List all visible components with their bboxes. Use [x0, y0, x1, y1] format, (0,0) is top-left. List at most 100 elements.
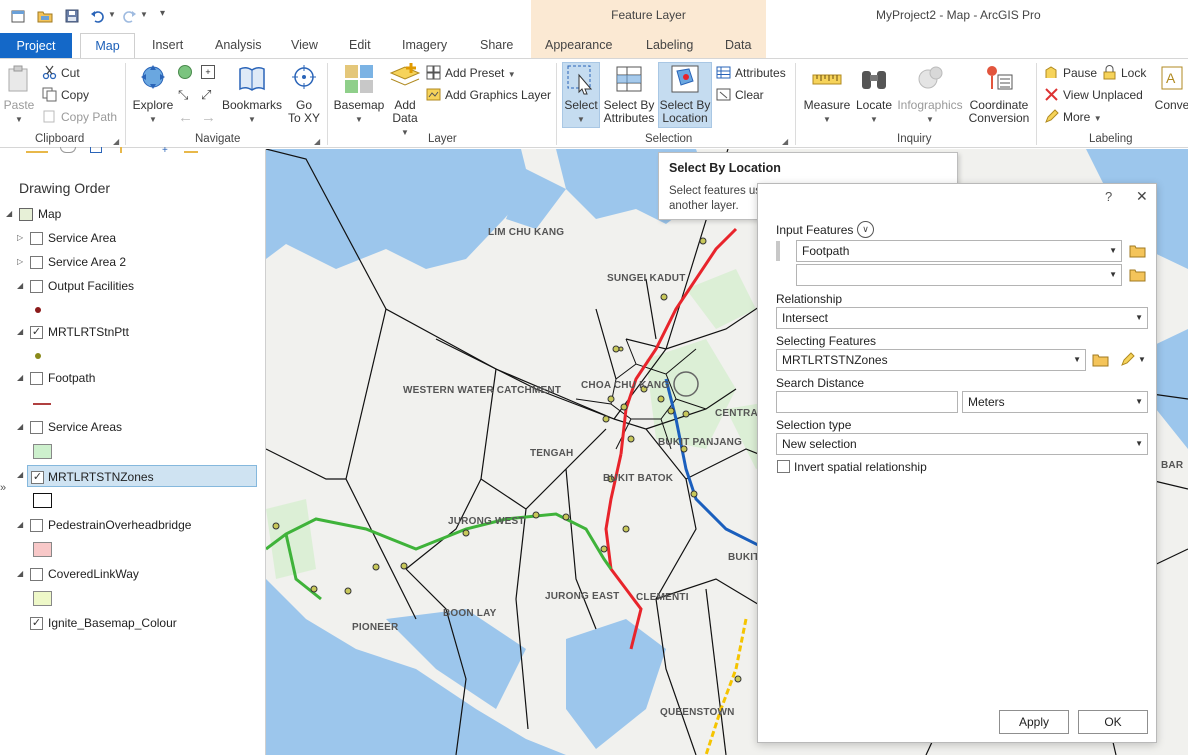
- tab-labeling[interactable]: Labeling: [646, 38, 693, 52]
- visibility-checkbox[interactable]: ✓: [31, 471, 44, 484]
- chevron-down-icon[interactable]: ▼: [1135, 434, 1143, 454]
- chevron-down-icon[interactable]: ▼: [1138, 355, 1146, 364]
- toc-layer[interactable]: ◢ Output Facilities: [0, 275, 262, 297]
- browse-folder-icon[interactable]: [1092, 353, 1109, 367]
- close-icon[interactable]: ✕: [1136, 188, 1148, 205]
- browse-folder-icon[interactable]: [1129, 268, 1146, 282]
- tab-share[interactable]: Share: [480, 38, 513, 52]
- pencil-icon[interactable]: [1120, 352, 1135, 367]
- list-by-snapping-icon[interactable]: +: [162, 145, 168, 156]
- tab-edit[interactable]: Edit: [349, 38, 371, 52]
- tab-project[interactable]: Project: [0, 33, 72, 59]
- explore-button[interactable]: Explore ▼: [131, 63, 175, 126]
- add-preset-button[interactable]: Add Preset ▼: [426, 64, 516, 82]
- locate-button[interactable]: Locate ▼: [853, 63, 895, 126]
- add-data-button[interactable]: Add Data ▼: [389, 63, 421, 139]
- visibility-checkbox[interactable]: [30, 372, 43, 385]
- toc-layer[interactable]: ◢ Service Areas: [0, 416, 262, 438]
- expand-icon[interactable]: ◢: [6, 203, 12, 225]
- list-by-selection-icon[interactable]: [90, 147, 102, 153]
- selecting-features-field[interactable]: MRTLRTSTNZones ▼: [776, 349, 1086, 371]
- chevron-down-icon[interactable]: ▼: [1135, 308, 1143, 328]
- point-symbol[interactable]: [35, 353, 41, 359]
- coordinate-conversion-button[interactable]: Coordinate Conversion: [967, 63, 1031, 125]
- tab-analysis[interactable]: Analysis: [215, 38, 262, 52]
- clear-selection-button[interactable]: Clear: [716, 86, 764, 104]
- point-symbol[interactable]: [35, 307, 41, 313]
- navigate-launcher-icon[interactable]: ◢: [314, 137, 320, 146]
- toc-layer[interactable]: ▷ Service Area: [0, 227, 262, 249]
- chevron-down-icon[interactable]: ▼: [1109, 265, 1117, 285]
- undo-dropdown-icon[interactable]: ▼: [108, 10, 116, 19]
- customize-icon[interactable]: ▾: [160, 8, 165, 19]
- browse-folder-icon[interactable]: [1129, 244, 1146, 258]
- toc-layer[interactable]: ◢ ✓ MRTLRTStnPtt: [0, 321, 262, 343]
- tab-view[interactable]: View: [291, 38, 318, 52]
- measure-button[interactable]: Measure ▼: [802, 63, 852, 126]
- basemap-button[interactable]: Basemap ▼: [333, 63, 385, 126]
- toc-layer-selected[interactable]: ✓ MRTLRTSTNZones: [27, 465, 257, 487]
- open-project-icon[interactable]: [37, 8, 53, 24]
- redo-dropdown-icon[interactable]: ▼: [140, 10, 148, 19]
- toc-map[interactable]: ◢ Map: [0, 203, 262, 225]
- invert-relationship-checkbox[interactable]: [777, 460, 790, 473]
- polygon-symbol[interactable]: [33, 444, 52, 459]
- distance-unit-dropdown[interactable]: Meters ▼: [962, 391, 1148, 413]
- convert-labels-button[interactable]: A Conve: [1152, 63, 1188, 112]
- paste-button[interactable]: Paste ▼: [2, 63, 36, 126]
- collapse-icon[interactable]: ◢: [17, 470, 23, 479]
- clipboard-launcher-icon[interactable]: ◢: [113, 137, 119, 146]
- previous-extent-icon[interactable]: ←: [178, 109, 193, 126]
- help-icon[interactable]: ?: [1105, 189, 1112, 204]
- toc-layer[interactable]: ✓ Ignite_Basemap_Colour: [0, 612, 262, 634]
- collapse-icon[interactable]: ◢: [17, 514, 23, 536]
- polygon-symbol[interactable]: [33, 591, 52, 606]
- visibility-checkbox[interactable]: ✓: [30, 617, 43, 630]
- visibility-checkbox[interactable]: [30, 568, 43, 581]
- attributes-button[interactable]: Attributes: [716, 64, 786, 82]
- new-project-icon[interactable]: [10, 8, 26, 24]
- collapse-icon[interactable]: ◢: [17, 367, 23, 389]
- visibility-checkbox[interactable]: [30, 519, 43, 532]
- toc-layer[interactable]: ◢ PedestrainOverheadbridge: [0, 514, 262, 536]
- apply-button[interactable]: Apply: [999, 710, 1069, 734]
- collapse-icon[interactable]: ◢: [17, 321, 23, 343]
- add-graphics-layer-button[interactable]: Add Graphics Layer: [426, 86, 551, 104]
- input-features-field-2[interactable]: ▼: [796, 264, 1122, 286]
- visibility-checkbox[interactable]: [30, 232, 43, 245]
- save-project-icon[interactable]: [64, 8, 80, 24]
- list-by-editing-icon[interactable]: [120, 147, 128, 153]
- pause-labeling-button[interactable]: Pause: [1044, 64, 1097, 82]
- lock-labels-button[interactable]: Lock: [1102, 64, 1146, 82]
- visibility-checkbox[interactable]: [30, 421, 43, 434]
- toc-layer[interactable]: ◢ Footpath: [0, 367, 262, 389]
- zoom-in-arrows-icon[interactable]: ⤡: [178, 87, 188, 103]
- ok-button[interactable]: OK: [1078, 710, 1148, 734]
- chevron-down-icon[interactable]: ▼: [1135, 392, 1143, 412]
- chevron-down-icon[interactable]: ▼: [1109, 241, 1117, 261]
- expand-icon[interactable]: ▷: [17, 251, 23, 273]
- expand-icon[interactable]: ▷: [17, 227, 23, 249]
- redo-icon[interactable]: [121, 8, 137, 24]
- collapse-icon[interactable]: ◢: [17, 275, 23, 297]
- selection-launcher-icon[interactable]: ◢: [782, 137, 788, 146]
- visibility-checkbox[interactable]: [30, 280, 43, 293]
- list-by-labeling-icon[interactable]: [184, 147, 198, 153]
- list-by-data-source-icon[interactable]: [60, 147, 76, 153]
- pane-collapse-icon[interactable]: »: [0, 482, 6, 494]
- tab-map[interactable]: Map: [80, 33, 135, 60]
- select-by-location-button[interactable]: Select By Location: [658, 62, 712, 128]
- tab-data[interactable]: Data: [725, 38, 751, 52]
- line-symbol[interactable]: [33, 403, 51, 405]
- full-extent-icon[interactable]: [178, 65, 192, 79]
- undo-icon[interactable]: [90, 8, 106, 24]
- tab-insert[interactable]: Insert: [152, 38, 183, 52]
- visibility-checkbox[interactable]: ✓: [30, 326, 43, 339]
- select-by-attributes-button[interactable]: Select By Attributes: [602, 63, 656, 125]
- zoom-out-arrows-icon[interactable]: ⤢: [201, 87, 211, 103]
- chevron-down-icon[interactable]: ▼: [1073, 350, 1081, 370]
- go-to-xy-button[interactable]: Go To XY: [287, 63, 321, 125]
- collapse-icon[interactable]: ◢: [17, 563, 23, 585]
- tab-appearance[interactable]: Appearance: [545, 38, 612, 52]
- selection-type-dropdown[interactable]: New selection ▼: [776, 433, 1148, 455]
